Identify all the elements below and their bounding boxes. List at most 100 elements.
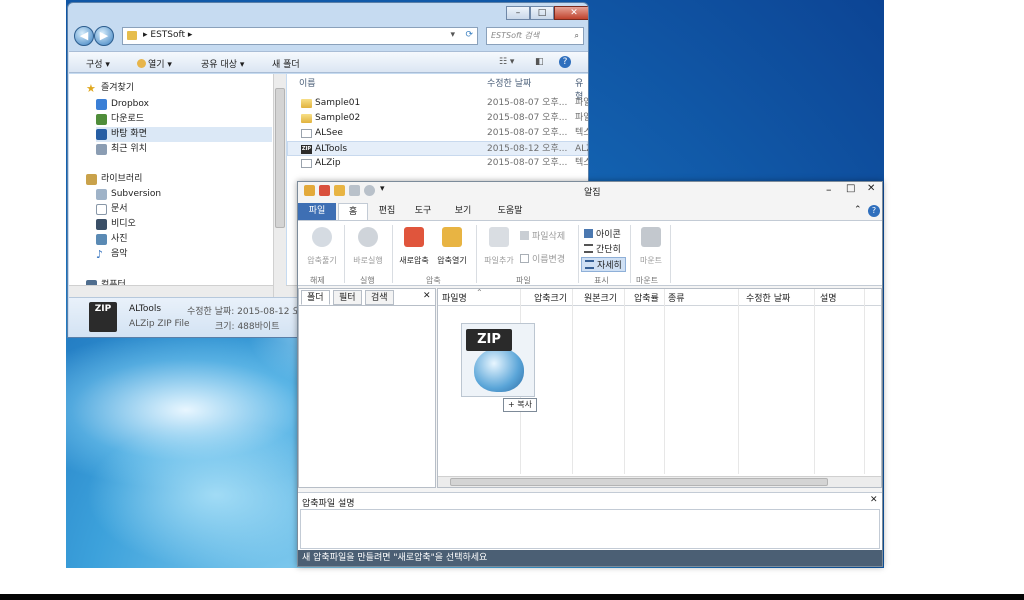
file-name: ALSee: [315, 128, 343, 138]
close-button[interactable]: ✕: [867, 183, 875, 194]
column-compressed-size[interactable]: 압축크기: [534, 291, 567, 304]
view-icons-label: 아이콘: [596, 230, 621, 240]
new-folder-button[interactable]: 새 폴더: [272, 57, 300, 70]
list-item[interactable]: ALZip 2015-08-07 오후... 텍스트 문서: [287, 156, 588, 171]
tab-view[interactable]: 보기: [448, 203, 478, 220]
extract-button[interactable]: 압축풀기: [302, 225, 342, 265]
back-button[interactable]: ◀: [74, 26, 94, 46]
close-panel-icon[interactable]: ✕: [423, 291, 431, 301]
column-description[interactable]: 설명: [820, 291, 837, 304]
rename-button[interactable]: 이름변경: [520, 252, 565, 265]
tab-edit[interactable]: 편집: [372, 203, 402, 220]
view-simple-label: 간단히: [596, 245, 621, 255]
scrollbar-thumb[interactable]: [450, 478, 828, 486]
run-now-button[interactable]: 바로실행: [348, 225, 388, 265]
new-archive-icon: [404, 227, 424, 247]
collapse-ribbon-icon[interactable]: ⌃: [854, 205, 862, 215]
nav-documents[interactable]: 문서: [96, 202, 296, 217]
search-icon[interactable]: ⌕: [575, 28, 579, 44]
nav-desktop[interactable]: 바탕 화면: [96, 127, 272, 142]
minimize-button[interactable]: –: [826, 183, 832, 196]
help-icon[interactable]: ?: [868, 205, 880, 217]
scrollbar-thumb[interactable]: [275, 88, 285, 228]
view-options-icon[interactable]: ☷ ▾: [499, 57, 514, 67]
search-input[interactable]: ESTSoft 검색 ⌕: [486, 27, 584, 45]
tab-file[interactable]: 파일: [298, 203, 336, 220]
details-size: 크기: 488바이트: [215, 322, 280, 332]
open-archive-button[interactable]: 압축열기: [434, 225, 470, 265]
view-detail-label: 자세히: [597, 261, 622, 271]
ribbon-separator: [578, 225, 579, 283]
tab-filter[interactable]: 필터: [333, 290, 362, 305]
panel-divider: [299, 305, 435, 306]
ribbon-separator: [344, 225, 345, 283]
nav-dropbox[interactable]: Dropbox: [96, 97, 296, 112]
nav-libraries[interactable]: 라이브러리: [86, 172, 286, 187]
quick-access-dropdown-icon[interactable]: ▾: [380, 184, 385, 194]
ribbon-separator: [392, 225, 393, 283]
nav-subversion[interactable]: Subversion: [96, 187, 296, 202]
delete-file-button[interactable]: 파일삭제: [520, 229, 565, 242]
address-bar[interactable]: ▸ ESTSoft ▸ ▾ ⟳: [122, 27, 478, 45]
forward-button[interactable]: ▶: [94, 26, 114, 46]
open-button[interactable]: 열기 ▾: [137, 57, 172, 70]
sort-ascending-icon: ⌃: [476, 288, 483, 297]
column-kind[interactable]: 종류: [668, 291, 685, 304]
share-button[interactable]: 공유 대상 ▾: [201, 57, 244, 70]
file-name: Sample02: [315, 113, 361, 123]
dropdown-arrow-icon[interactable]: ▾: [450, 30, 455, 40]
maximize-button[interactable]: □: [846, 183, 855, 194]
tab-tools[interactable]: 도구: [408, 203, 438, 220]
description-textarea[interactable]: [300, 509, 880, 549]
tab-help[interactable]: 도움말: [490, 203, 530, 220]
help-icon[interactable]: ?: [559, 56, 571, 68]
tab-folder[interactable]: 폴더: [301, 290, 330, 305]
tab-search[interactable]: 검색: [365, 290, 394, 305]
downloads-icon: [96, 114, 107, 125]
file-list-hscroll[interactable]: [438, 476, 881, 487]
maximize-button[interactable]: □: [530, 6, 554, 20]
list-item[interactable]: Sample02 2015-08-07 오후... 파일 폴더: [287, 111, 588, 126]
list-item-selected[interactable]: ZIP ALTools 2015-08-12 오후... ALZip ZIP F…: [287, 141, 588, 156]
nav-pictures-label: 사진: [111, 234, 128, 244]
list-item[interactable]: Sample01 2015-08-07 오후... 파일 폴더: [287, 96, 588, 111]
column-ratio[interactable]: 압축률: [634, 291, 659, 304]
mount-button[interactable]: 마운트: [634, 225, 668, 265]
quick-new-icon[interactable]: [319, 185, 330, 196]
close-button[interactable]: ✕: [554, 6, 588, 20]
view-detail-button[interactable]: 자세히: [581, 257, 626, 272]
details-file-type: ALZip ZIP File: [129, 319, 190, 329]
nav-pictures[interactable]: 사진: [96, 232, 296, 247]
nav-favorites[interactable]: ★ 즐겨찾기: [86, 81, 286, 96]
column-file-name[interactable]: 파일명: [442, 291, 467, 304]
grid-line: [624, 289, 625, 474]
column-original-size[interactable]: 원본크기: [584, 291, 617, 304]
breadcrumb-item-estsoft[interactable]: ESTSoft: [150, 30, 185, 40]
nav-pane-scrollbar[interactable]: [273, 74, 286, 297]
nav-music[interactable]: ♪ 음악: [96, 247, 296, 262]
nav-videos[interactable]: 비디오: [96, 217, 296, 232]
preview-pane-icon[interactable]: ◧: [535, 57, 544, 67]
quick-open-icon[interactable]: [334, 185, 345, 196]
add-file-button[interactable]: 파일추가: [480, 225, 518, 265]
nav-downloads[interactable]: 다운로드: [96, 112, 296, 127]
nav-pane-hscroll[interactable]: [69, 285, 273, 297]
status-bar: 새 압축파일을 만들려면 "새로압축"을 선택하세요: [298, 550, 882, 566]
refresh-icon[interactable]: ⟳: [465, 30, 473, 40]
list-item[interactable]: ALSee 2015-08-07 오후... 텍스트 문서: [287, 126, 588, 141]
organize-button[interactable]: 구성 ▾: [86, 57, 110, 70]
nav-recent[interactable]: 최근 위치: [96, 142, 296, 157]
quick-extract-icon[interactable]: [349, 185, 360, 196]
close-description-icon[interactable]: ✕: [870, 495, 878, 505]
delete-file-label: 파일삭제: [532, 232, 566, 242]
column-name[interactable]: 이름: [299, 76, 316, 89]
quick-run-icon[interactable]: [364, 185, 375, 196]
dragged-zip-file[interactable]: ZIP: [461, 323, 535, 397]
view-simple-button[interactable]: 간단히: [584, 242, 621, 255]
column-modified[interactable]: 수정한 날짜: [746, 291, 790, 304]
view-icons-button[interactable]: 아이콘: [584, 227, 621, 240]
column-modified[interactable]: 수정한 날짜: [487, 76, 531, 89]
tab-home[interactable]: 홈: [338, 203, 368, 220]
new-archive-button[interactable]: 새로압축: [396, 225, 432, 265]
minimize-button[interactable]: –: [506, 6, 530, 20]
